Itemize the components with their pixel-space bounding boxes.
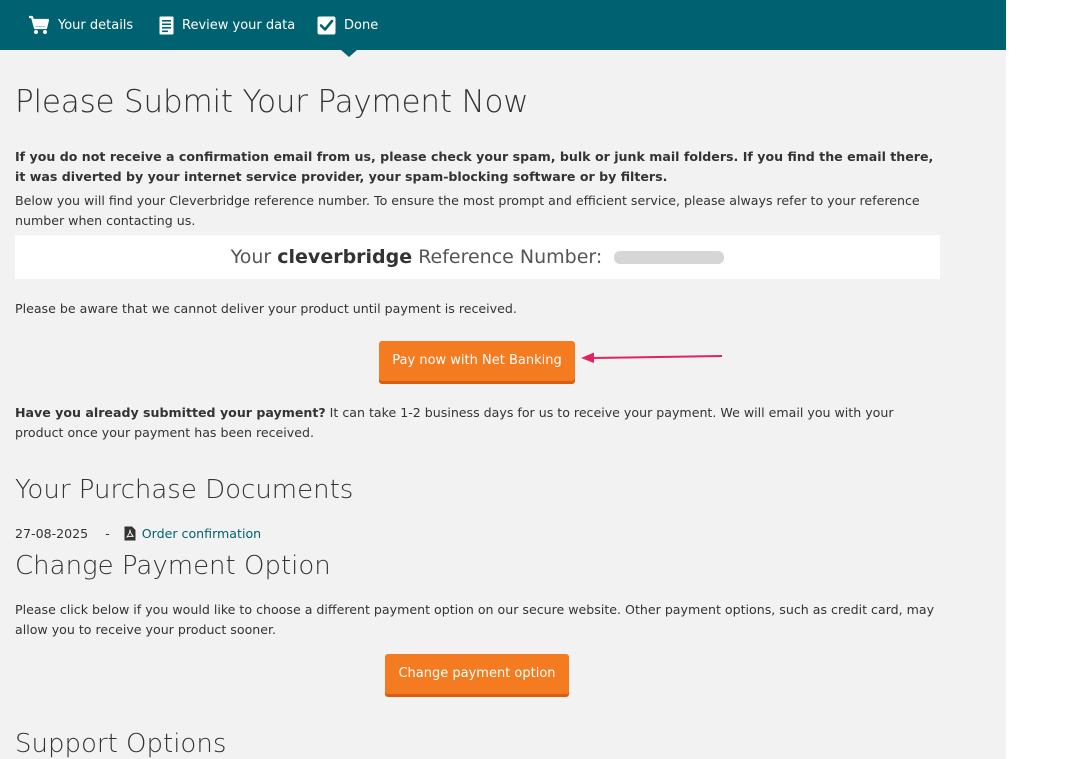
delivery-note: Please be aware that we cannot deliver y… bbox=[15, 301, 517, 316]
document-icon bbox=[159, 16, 174, 34]
pay-net-banking-button[interactable]: Pay now with Net Banking bbox=[379, 341, 575, 381]
step-done[interactable]: Done bbox=[317, 14, 378, 36]
active-step-pointer bbox=[341, 50, 357, 57]
page: Your details Review your data Done Pleas… bbox=[0, 0, 1006, 759]
step-label: Done bbox=[344, 17, 379, 33]
payment-submitted-note: Have you already submitted your payment?… bbox=[15, 403, 935, 443]
reference-prefix: Your bbox=[230, 246, 272, 268]
step-your-details[interactable]: Your details bbox=[28, 14, 133, 36]
reference-number-redacted bbox=[614, 251, 725, 264]
document-date: 27-08-2025 bbox=[15, 525, 89, 541]
document-row: 27-08-2025 - Order confirmation bbox=[15, 523, 261, 543]
reference-intro: Below you will find your Cleverbridge re… bbox=[15, 193, 920, 228]
checkout-steps-bar: Your details Review your data Done bbox=[0, 0, 1006, 57]
step-label: Review your data bbox=[182, 17, 296, 33]
change-payment-button[interactable]: Change payment option bbox=[385, 654, 569, 694]
support-options-heading: Support Options bbox=[15, 729, 227, 759]
reference-label: Reference Number: bbox=[418, 246, 603, 268]
pdf-icon bbox=[124, 526, 136, 540]
step-label: Your details bbox=[58, 17, 134, 33]
change-payment-text: Please click below if you would like to … bbox=[15, 602, 935, 637]
purchase-documents-heading: Your Purchase Documents bbox=[15, 475, 354, 505]
checkbox-icon bbox=[317, 16, 336, 34]
cart-icon bbox=[29, 15, 50, 34]
document-separator: - bbox=[105, 525, 110, 541]
submitted-question: Have you already submitted your payment? bbox=[15, 405, 326, 420]
spam-warning: If you do not receive a confirmation ema… bbox=[15, 149, 934, 184]
page-title: Please Submit Your Payment Now bbox=[15, 84, 529, 120]
step-review-your-data[interactable]: Review your data bbox=[159, 14, 295, 36]
annotation-arrow-icon bbox=[581, 352, 723, 363]
order-confirmation-link[interactable]: Order confirmation bbox=[142, 526, 261, 541]
reference-brand: cleverbridge bbox=[277, 246, 413, 268]
reference-number-box: Your cleverbridge Reference Number: bbox=[15, 235, 940, 279]
change-payment-heading: Change Payment Option bbox=[15, 551, 331, 581]
